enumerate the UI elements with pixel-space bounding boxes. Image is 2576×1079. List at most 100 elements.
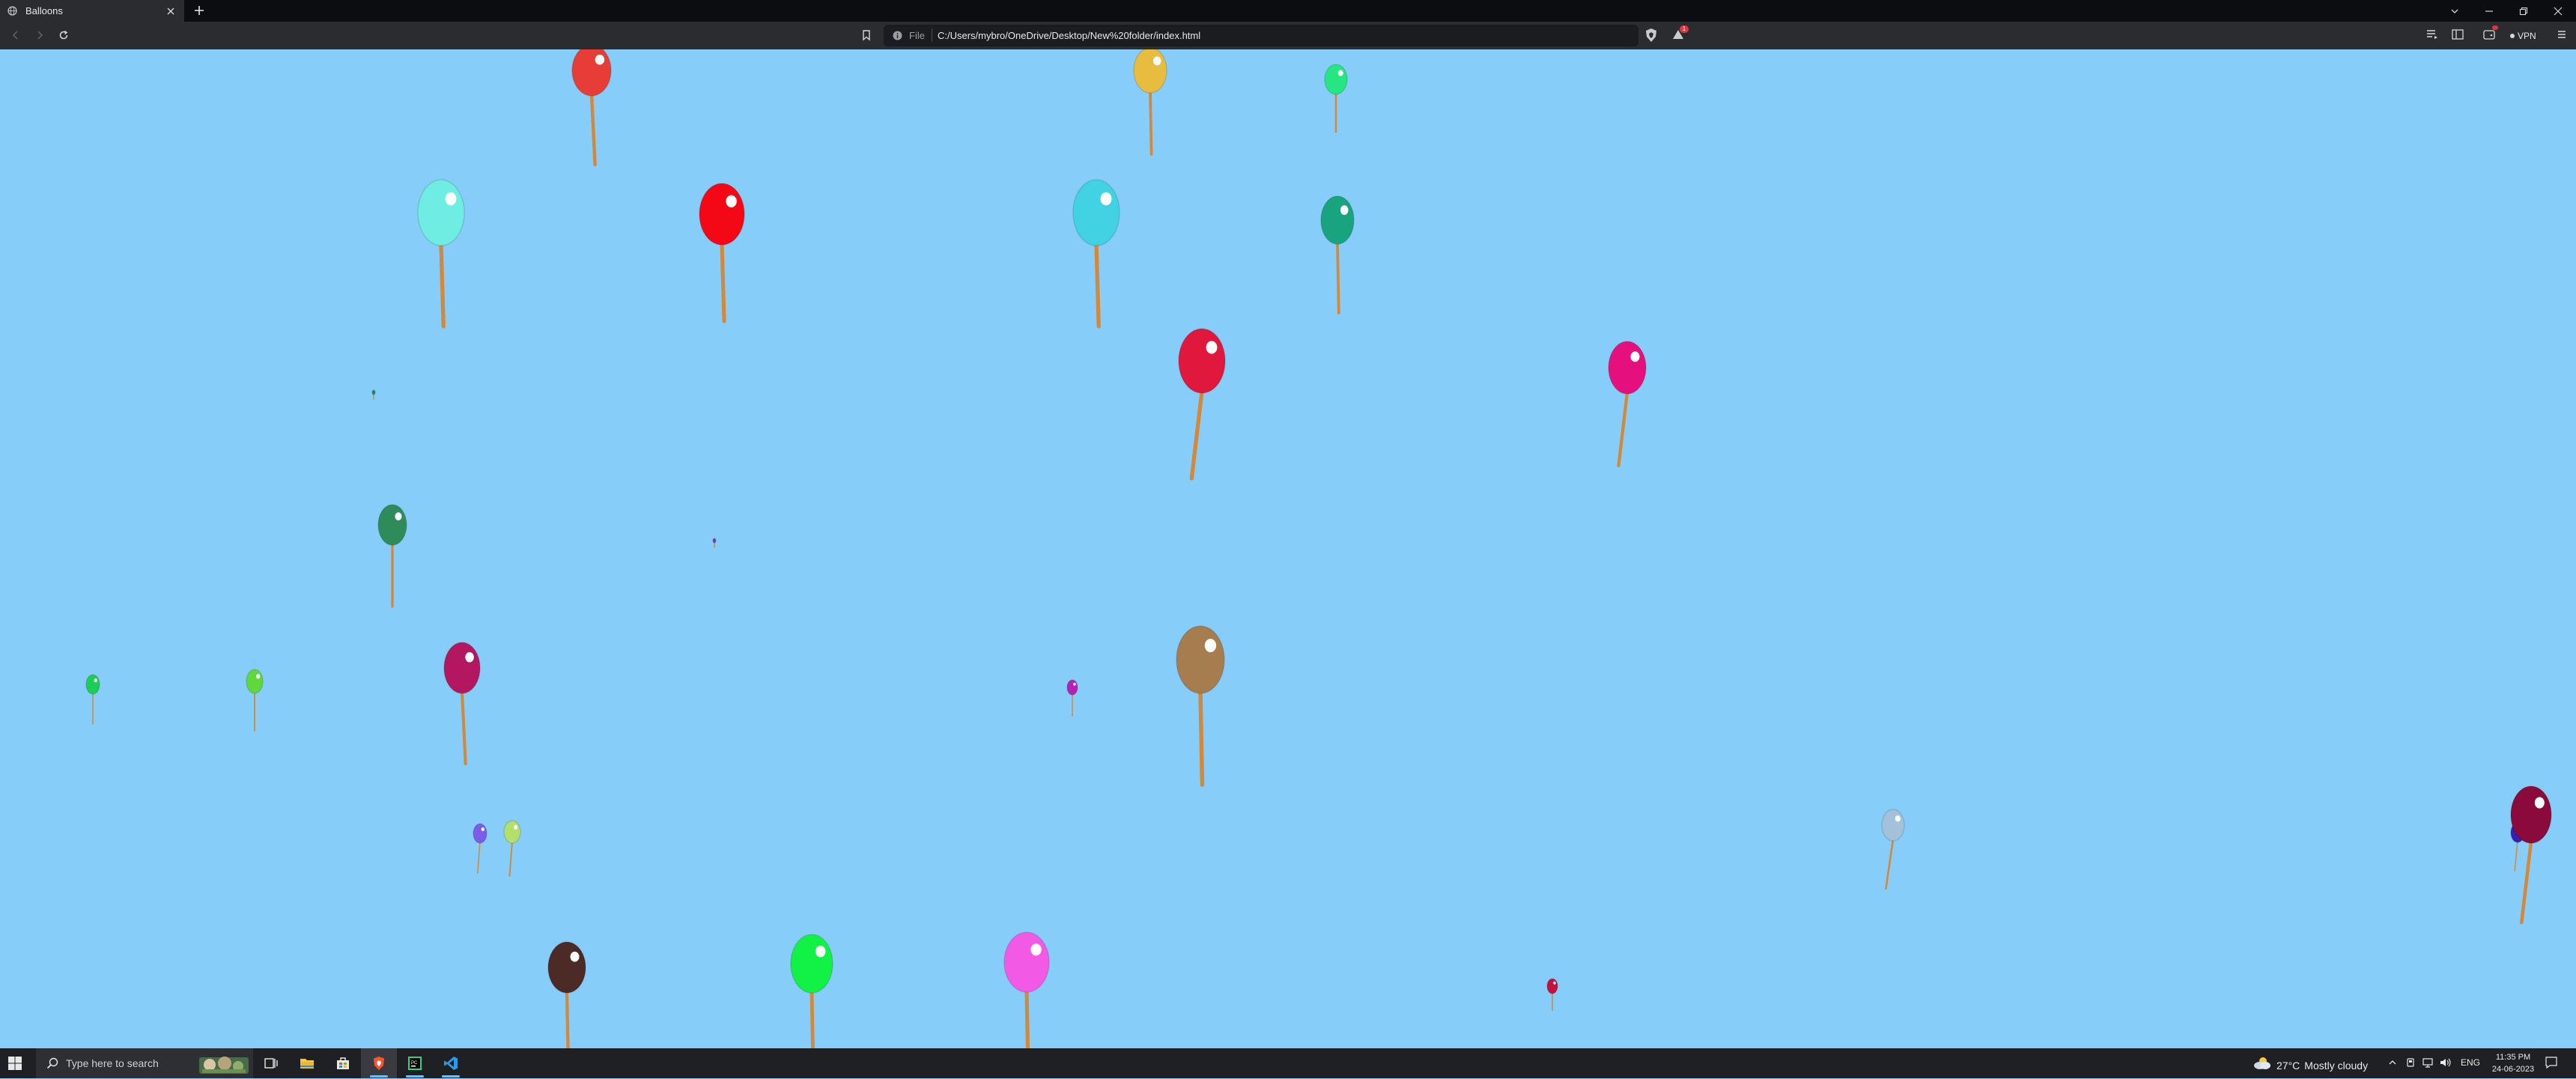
restore-icon[interactable] bbox=[2519, 6, 2528, 19]
balloon-body[interactable] bbox=[1881, 809, 1905, 842]
balloon-body[interactable] bbox=[1546, 978, 1558, 994]
menu-icon[interactable] bbox=[2557, 29, 2567, 43]
balloon-body[interactable] bbox=[1072, 179, 1120, 246]
new-tab-icon[interactable] bbox=[193, 4, 205, 20]
brave-rewards-icon[interactable]: 1 bbox=[1671, 25, 1689, 45]
notifications-icon[interactable] bbox=[2545, 1056, 2558, 1073]
balloon-body[interactable] bbox=[473, 823, 487, 844]
url-field[interactable]: File C:/Users/mybro/OneDrive/Desktop/New… bbox=[884, 25, 1638, 46]
tab-title: Balloons bbox=[25, 5, 63, 16]
balloon[interactable] bbox=[1178, 328, 1226, 481]
brave-browser-icon[interactable] bbox=[361, 1048, 397, 1078]
vscode-icon[interactable] bbox=[433, 1048, 469, 1078]
balloon[interactable] bbox=[1072, 179, 1120, 329]
forward-arrow-icon[interactable] bbox=[34, 30, 45, 44]
balloon[interactable] bbox=[417, 179, 465, 329]
balloon[interactable] bbox=[699, 183, 745, 323]
balloon-highlight bbox=[513, 824, 518, 830]
balloon-body[interactable] bbox=[503, 820, 521, 844]
balloon[interactable] bbox=[503, 820, 521, 877]
balloon[interactable] bbox=[571, 49, 612, 167]
tab-balloons[interactable]: Balloons bbox=[0, 0, 184, 22]
wallet-badge-dot bbox=[2492, 25, 2498, 30]
balloon-body[interactable] bbox=[1320, 195, 1355, 245]
balloons-page bbox=[0, 49, 2576, 1048]
balloon-highlight bbox=[255, 674, 261, 679]
balloon[interactable] bbox=[443, 642, 481, 766]
pycharm-icon[interactable]: PC bbox=[397, 1048, 433, 1078]
balloon-highlight bbox=[570, 951, 580, 962]
tab-search-chevron-icon[interactable] bbox=[2450, 6, 2459, 19]
balloon[interactable] bbox=[1324, 64, 1348, 133]
site-info-icon[interactable] bbox=[893, 31, 902, 44]
url-text[interactable]: C:/Users/mybro/OneDrive/Desktop/New%20fo… bbox=[938, 30, 1200, 41]
balloon[interactable] bbox=[371, 389, 376, 400]
running-app-indicator bbox=[406, 1075, 424, 1078]
wallet-icon[interactable] bbox=[2483, 25, 2498, 43]
balloon-body[interactable] bbox=[1066, 679, 1078, 696]
balloon-body[interactable] bbox=[1003, 931, 1050, 993]
balloon[interactable] bbox=[2510, 785, 2552, 925]
balloon-string bbox=[477, 841, 481, 874]
balloon[interactable] bbox=[473, 823, 487, 874]
taskbar-clock[interactable]: 11:35 PM 24-06-2023 bbox=[2483, 1051, 2543, 1075]
balloon[interactable] bbox=[377, 504, 407, 608]
balloon[interactable] bbox=[85, 674, 100, 725]
back-arrow-icon[interactable] bbox=[10, 30, 21, 44]
usb-device-icon[interactable] bbox=[2405, 1057, 2416, 1072]
network-icon[interactable] bbox=[2422, 1057, 2434, 1072]
balloon[interactable] bbox=[1881, 809, 1905, 890]
minimize-icon[interactable] bbox=[2485, 6, 2494, 19]
playlist-icon[interactable] bbox=[2426, 29, 2438, 43]
file-explorer-icon[interactable] bbox=[289, 1048, 325, 1078]
balloon-string bbox=[439, 242, 446, 329]
balloon[interactable] bbox=[1066, 679, 1078, 717]
balloon[interactable] bbox=[1608, 341, 1647, 468]
balloon-body[interactable] bbox=[790, 934, 833, 994]
bookmark-icon[interactable] bbox=[861, 29, 872, 45]
balloon-body[interactable] bbox=[1178, 328, 1226, 394]
vpn-button[interactable]: VPN bbox=[2506, 26, 2541, 45]
balloon[interactable] bbox=[1320, 195, 1355, 314]
balloon[interactable] bbox=[1546, 978, 1558, 1011]
reload-icon[interactable] bbox=[58, 30, 69, 44]
weather-widget[interactable]: 27°C Mostly cloudy bbox=[2253, 1057, 2368, 1074]
balloon-body[interactable] bbox=[1176, 625, 1225, 694]
balloon[interactable] bbox=[547, 941, 586, 1048]
balloon-body[interactable] bbox=[1324, 64, 1348, 95]
balloon-body[interactable] bbox=[571, 49, 612, 97]
language-indicator[interactable]: ENG bbox=[2461, 1057, 2480, 1068]
chevron-up-icon[interactable] bbox=[2387, 1057, 2398, 1072]
balloon[interactable] bbox=[246, 669, 264, 732]
balloon-body[interactable] bbox=[377, 504, 407, 546]
vpn-label: VPN bbox=[2518, 30, 2536, 41]
balloon[interactable] bbox=[1133, 49, 1167, 156]
volume-icon[interactable] bbox=[2440, 1057, 2452, 1072]
task-view-button[interactable] bbox=[253, 1048, 289, 1078]
balloon-body[interactable] bbox=[246, 669, 264, 694]
balloon[interactable] bbox=[1176, 625, 1225, 787]
clock-date: 24-06-2023 bbox=[2491, 1065, 2535, 1074]
windows-start-icon[interactable] bbox=[7, 1056, 22, 1075]
search-highlight-illustration bbox=[199, 1053, 249, 1079]
balloon-body[interactable] bbox=[443, 642, 481, 694]
balloon[interactable] bbox=[790, 934, 833, 1048]
close-window-icon[interactable] bbox=[2554, 6, 2563, 19]
balloon-highlight bbox=[1204, 639, 1217, 653]
balloon-body[interactable] bbox=[2510, 785, 2552, 844]
taskbar-search-box[interactable]: Type here to search bbox=[36, 1048, 253, 1078]
balloon-body[interactable] bbox=[547, 941, 586, 994]
balloon[interactable] bbox=[1003, 931, 1050, 1048]
balloon-body[interactable] bbox=[85, 674, 100, 695]
balloon-body[interactable] bbox=[1133, 49, 1167, 94]
balloon-body[interactable] bbox=[699, 183, 745, 246]
close-tab-icon[interactable] bbox=[166, 6, 175, 19]
brave-shields-icon[interactable] bbox=[1644, 28, 1658, 46]
balloon-body[interactable] bbox=[1608, 341, 1647, 395]
microsoft-store-icon[interactable] bbox=[325, 1048, 361, 1078]
balloon-body[interactable] bbox=[371, 389, 376, 395]
sidebar-icon[interactable] bbox=[2452, 29, 2464, 43]
balloon-body[interactable] bbox=[417, 179, 465, 246]
balloon[interactable] bbox=[712, 538, 717, 548]
balloon-body[interactable] bbox=[712, 538, 717, 544]
